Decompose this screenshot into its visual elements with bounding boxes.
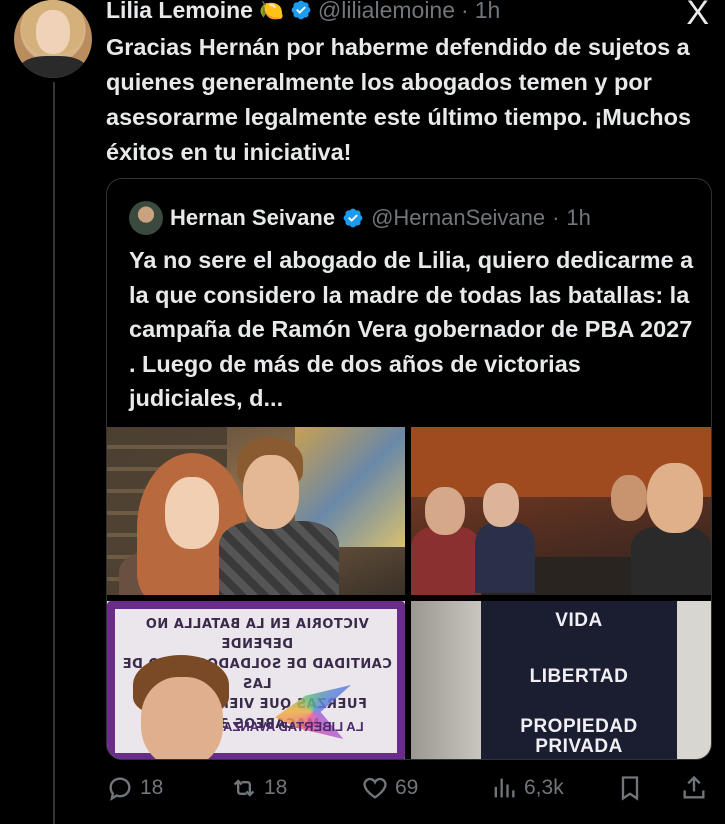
author-name[interactable]: Lilia Lemoine xyxy=(106,0,253,24)
bookmark-button[interactable] xyxy=(616,774,644,802)
like-count: 69 xyxy=(395,776,419,799)
views-count: 6,3k xyxy=(524,776,564,799)
avatar-face xyxy=(36,10,70,54)
close-icon[interactable]: X xyxy=(686,0,709,30)
verified-badge-icon xyxy=(343,208,363,228)
banner-word: VIDA xyxy=(555,610,603,631)
tweet-text: Gracias Hernán por haberme defendido de … xyxy=(106,34,692,165)
repost-count: 18 xyxy=(264,776,288,799)
action-bar: 18 18 69 6,3k xyxy=(106,770,712,806)
photo-wall xyxy=(677,601,711,759)
photo-person xyxy=(483,483,519,527)
banner-word: PROPIEDAD PRIVADA xyxy=(520,716,638,757)
lemon-emoji: 🍋 xyxy=(258,0,284,22)
photo-person xyxy=(141,677,223,759)
quote-header: Hernan Seivane @HernanSeivane · 1h xyxy=(129,201,591,235)
separator-dot: · xyxy=(461,0,469,23)
banner-word: LIBERTAD xyxy=(529,666,629,687)
share-button[interactable] xyxy=(680,774,708,802)
quoted-tweet[interactable]: Hernan Seivane @HernanSeivane · 1h Ya no… xyxy=(106,178,712,760)
photo-person xyxy=(243,455,299,529)
quote-author-handle[interactable]: @HernanSeivane xyxy=(371,205,545,231)
photo-wall xyxy=(411,601,481,759)
photo-banner[interactable]: VIDA LIBERTAD PROPIEDAD PRIVADA xyxy=(411,601,711,759)
photo-group-dinner[interactable] xyxy=(411,427,711,595)
tweet-time[interactable]: 1h xyxy=(475,0,501,24)
tweet-header: Lilia Lemoine 🍋 @lilialemoine · 1h xyxy=(106,0,500,26)
quote-time[interactable]: 1h xyxy=(566,205,590,231)
photo-person xyxy=(219,521,339,595)
reply-icon xyxy=(109,777,131,801)
quote-author-name[interactable]: Hernan Seivane xyxy=(170,205,335,231)
photo-person xyxy=(611,475,647,521)
thread-line xyxy=(53,82,55,824)
photo-person xyxy=(411,527,481,595)
photo-person xyxy=(475,523,535,593)
quote-author-avatar[interactable] xyxy=(129,201,163,235)
bookmark-icon xyxy=(621,776,639,801)
views-button[interactable]: 6,3k xyxy=(490,774,564,802)
logo-text: LA LIBERTAD AVANZA xyxy=(223,719,364,734)
repost-icon xyxy=(233,779,255,797)
separator-dot: · xyxy=(552,205,560,230)
photo-person xyxy=(165,477,219,549)
heart-icon xyxy=(363,777,387,799)
photo-selfie-restaurant[interactable] xyxy=(107,427,405,595)
photo-person xyxy=(425,487,465,535)
reply-count: 18 xyxy=(140,776,164,799)
photo-person xyxy=(631,527,711,595)
share-icon xyxy=(683,775,705,799)
photo-person xyxy=(647,463,703,533)
reply-button[interactable]: 18 xyxy=(106,774,163,802)
views-chart-icon xyxy=(494,778,515,798)
like-button[interactable]: 69 xyxy=(361,774,418,802)
author-handle[interactable]: @lilialemoine xyxy=(318,0,455,24)
quote-text: Ya no sere el abogado de Lilia, quiero d… xyxy=(129,247,694,411)
verified-badge-icon xyxy=(291,0,311,20)
author-avatar[interactable] xyxy=(14,0,92,78)
photo-grid: VICTORIA EN LA BATALLA NO DEPENDE CANTID… xyxy=(107,427,711,759)
repost-button[interactable]: 18 xyxy=(230,774,287,802)
avatar-body xyxy=(20,56,86,78)
photo-mirror-sign[interactable]: VICTORIA EN LA BATALLA NO DEPENDE CANTID… xyxy=(107,601,405,759)
